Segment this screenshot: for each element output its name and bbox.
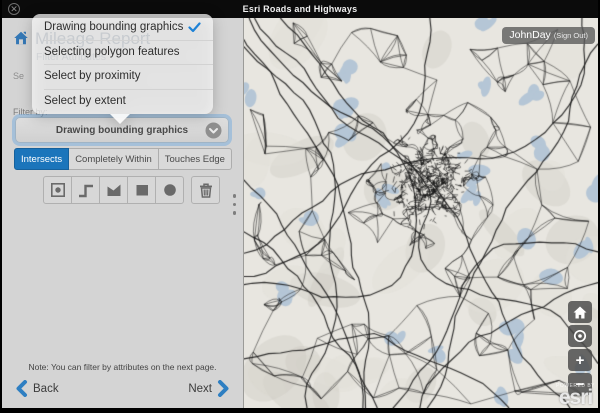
draw-polygon-button[interactable] <box>99 176 128 204</box>
menu-item-drawing-bounding-graphics[interactable]: Drawing bounding graphics <box>32 15 213 40</box>
app-title: Esri Roads and Highways <box>243 4 358 14</box>
next-label: Next <box>188 383 212 395</box>
tab-touches-edge[interactable]: Touches Edge <box>158 148 232 170</box>
trash-icon <box>196 180 216 200</box>
polygon-icon <box>104 180 124 200</box>
tab-label: Touches Edge <box>165 154 225 165</box>
draw-polyline-button[interactable] <box>71 176 100 204</box>
draw-circle-button[interactable] <box>155 176 184 204</box>
back-button[interactable]: Back <box>15 380 59 397</box>
tab-intersects[interactable]: Intersects <box>14 148 69 170</box>
spatial-relation-tabs: Intersects Completely Within Touches Edg… <box>14 148 232 170</box>
clear-graphics-button[interactable] <box>191 176 220 204</box>
app-window: ✕ Esri Roads and Highways Mileage Report… <box>0 0 600 413</box>
checkmark-icon <box>188 22 201 33</box>
filter-method-menu: Drawing bounding graphics Selecting poly… <box>32 14 213 124</box>
esri-wordmark: esri <box>556 389 595 407</box>
close-icon[interactable]: ✕ <box>8 3 20 15</box>
esri-logo: POWERED BY esri <box>556 383 595 407</box>
menu-item-label: Select by extent <box>44 95 126 107</box>
user-badge[interactable]: JohnDay (Sign Out) <box>502 27 595 44</box>
chevron-left-icon <box>15 380 28 397</box>
wizard-footer: Back Next <box>15 380 230 397</box>
tab-label: Intersects <box>21 154 62 165</box>
back-label: Back <box>33 383 59 395</box>
home-icon <box>573 306 587 319</box>
draw-rectangle-button[interactable] <box>127 176 156 204</box>
popover-tail <box>110 114 130 124</box>
zoom-in-button[interactable]: + <box>568 349 592 371</box>
point-icon <box>48 180 68 200</box>
map-view[interactable]: JohnDay (Sign Out) + <box>243 18 598 408</box>
menu-item-label: Selecting polygon features <box>44 46 180 58</box>
menu-item-select-by-extent[interactable]: Select by extent <box>32 89 213 114</box>
circle-icon <box>160 180 180 200</box>
menu-item-selecting-polygon-features[interactable]: Selecting polygon features <box>32 40 213 65</box>
draw-toolbar <box>43 176 220 204</box>
chevron-down-icon <box>205 122 222 139</box>
username: JohnDay <box>509 29 550 41</box>
wizard-panel: Mileage Report Filter Attributes Se Filt… <box>2 18 243 408</box>
zoom-in-label: + <box>576 352 585 369</box>
sign-out-link[interactable]: (Sign Out) <box>554 31 588 40</box>
tab-completely-within[interactable]: Completely Within <box>68 148 159 170</box>
home-icon[interactable] <box>12 29 30 47</box>
locate-icon <box>572 328 588 344</box>
locate-button[interactable] <box>568 325 592 347</box>
panel-resize-handle[interactable] <box>233 194 237 215</box>
dropdown-value: Drawing bounding graphics <box>56 125 188 136</box>
polyline-icon <box>76 180 96 200</box>
menu-item-label: Drawing bounding graphics <box>44 21 183 33</box>
basemap-canvas[interactable] <box>244 18 598 408</box>
tab-label: Completely Within <box>75 154 152 165</box>
helper-text-fragment: Se <box>13 71 24 81</box>
note-text: Note: You can filter by attributes on th… <box>2 362 243 372</box>
draw-point-button[interactable] <box>43 176 72 204</box>
map-controls: + − <box>568 301 592 395</box>
menu-item-label: Select by proximity <box>44 70 141 82</box>
rectangle-icon <box>132 180 152 200</box>
chevron-right-icon <box>217 380 230 397</box>
menu-item-select-by-proximity[interactable]: Select by proximity <box>32 64 213 89</box>
next-button[interactable]: Next <box>188 380 230 397</box>
home-extent-button[interactable] <box>568 301 592 323</box>
